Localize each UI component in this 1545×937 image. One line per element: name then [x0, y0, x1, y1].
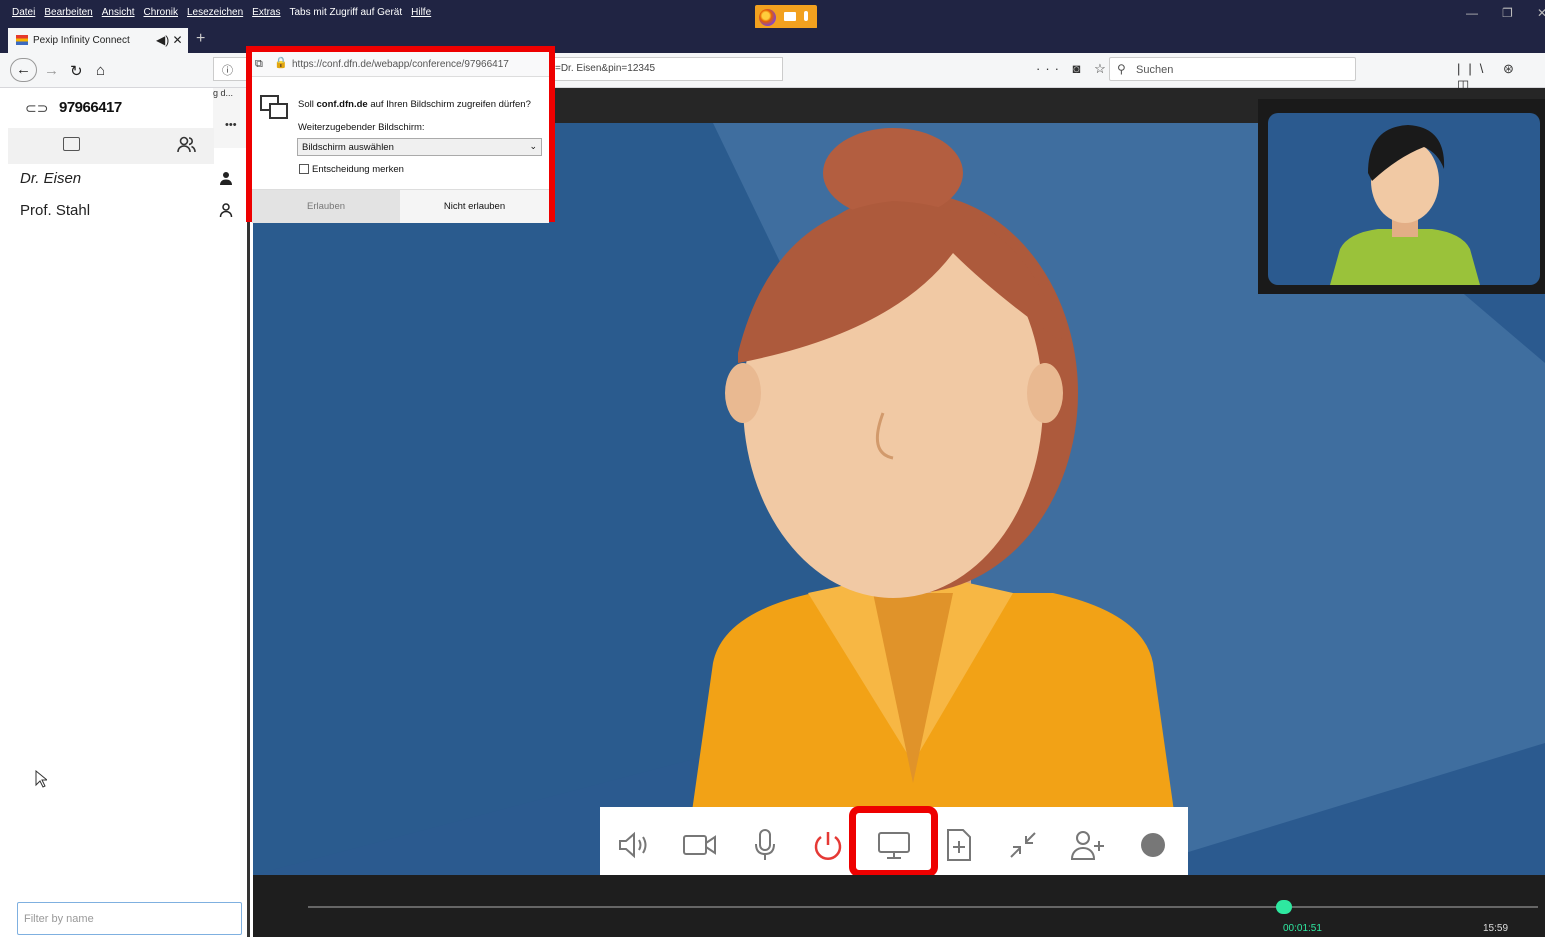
menu-bearbeiten[interactable]: Bearbeiten: [44, 7, 92, 18]
allow-button[interactable]: Erlauben: [252, 190, 400, 223]
dialog-url[interactable]: https://conf.dfn.de/webapp/conference/97…: [292, 59, 546, 70]
new-tab-button[interactable]: +: [196, 30, 205, 48]
search-input[interactable]: ⚲ Suchen: [1109, 57, 1356, 81]
page-actions[interactable]: ··· ◙ ☆: [1036, 61, 1111, 77]
more-icon[interactable]: •••: [225, 119, 237, 131]
power-icon[interactable]: [808, 825, 848, 865]
person-icon: [219, 203, 233, 221]
self-view-video: [1268, 113, 1540, 285]
add-file-icon[interactable]: [939, 825, 979, 865]
forward-icon[interactable]: →: [44, 62, 59, 79]
menu-hilfe[interactable]: Hilfe: [411, 7, 431, 18]
close-window-icon[interactable]: ✕: [1537, 6, 1545, 20]
link-icon[interactable]: ⊂⊃: [25, 100, 48, 117]
menu-extras[interactable]: Extras: [252, 7, 280, 18]
deny-button[interactable]: Nicht erlauben: [400, 190, 549, 223]
remember-decision-checkbox[interactable]: Entscheidung merken: [299, 164, 404, 175]
tab-title: Pexip Infinity Connect: [33, 35, 130, 46]
microphone-icon: [804, 11, 808, 21]
microphone-icon[interactable]: [745, 825, 785, 865]
permission-question: Soll conf.dfn.de auf Ihren Bildschirm zu…: [298, 99, 531, 110]
screen-share-highlight: [849, 806, 938, 877]
progress-handle[interactable]: [1276, 900, 1292, 914]
url-tail: =Dr. Eisen&pin=12345: [555, 63, 656, 74]
tab-audio-close[interactable]: ◀) ✕: [156, 33, 183, 47]
menu-lesezeichen[interactable]: Lesezeichen: [187, 7, 243, 18]
time-end: 15:59: [1483, 923, 1509, 934]
share-screen-icon: ⧉: [255, 58, 263, 70]
mouse-cursor-icon: [35, 769, 49, 793]
sharing-indicator[interactable]: [755, 5, 817, 29]
participant-name[interactable]: Prof. Stahl: [20, 202, 90, 219]
progress-track[interactable]: [308, 906, 1538, 908]
lock-icon: 🔒: [274, 57, 288, 69]
info-icon[interactable]: ⓘ: [222, 62, 233, 78]
participant-name[interactable]: Dr. Eisen: [20, 170, 81, 187]
add-participant-icon[interactable]: [1068, 825, 1108, 865]
conference-id: 97966417: [59, 99, 122, 116]
person-icon: [219, 171, 233, 189]
screen-share-icon: [259, 94, 289, 125]
restore-icon[interactable]: ❐: [1502, 6, 1513, 20]
screen-label: Weiterzugebender Bildschirm:: [298, 122, 425, 133]
camera-icon[interactable]: [680, 825, 720, 865]
menu-tabs-geraet[interactable]: Tabs mit Zugriff auf Gerät: [290, 7, 403, 18]
pexip-favicon-icon: [16, 35, 28, 45]
menu-text: g d...: [213, 88, 234, 98]
tab-strip: [0, 28, 1545, 53]
back-icon[interactable]: ←: [10, 58, 37, 82]
firefox-logo-icon: [759, 9, 776, 26]
minimize-icon[interactable]: —: [1466, 6, 1478, 20]
menu-chronik[interactable]: Chronik: [144, 7, 178, 18]
dialog-url-row: ⧉ 🔒 https://conf.dfn.de/webapp/conferenc…: [252, 52, 549, 77]
chevron-down-icon: ⌄: [529, 141, 537, 151]
camera-icon: [784, 12, 796, 21]
screen-share-permission-dialog: ⧉ 🔒 https://conf.dfn.de/webapp/conferenc…: [246, 46, 555, 223]
tab-pexip[interactable]: Pexip Infinity Connect ◀) ✕: [8, 28, 188, 53]
record-icon[interactable]: [1133, 825, 1173, 865]
dialog-buttons: Erlauben Nicht erlauben: [252, 189, 549, 223]
self-view-illustration: [1330, 125, 1480, 285]
search-icon: ⚲: [1117, 62, 1126, 76]
time-current: 00:01:51: [1283, 923, 1322, 934]
home-icon[interactable]: ⌂: [96, 62, 105, 79]
chat-icon[interactable]: [63, 137, 80, 151]
reload-icon[interactable]: ↻: [70, 62, 83, 80]
speaker-icon[interactable]: [615, 825, 655, 865]
menu-datei[interactable]: Datei: [12, 7, 35, 18]
minimize-layout-icon[interactable]: [1003, 825, 1043, 865]
filter-input[interactable]: Filter by name: [17, 902, 242, 935]
screen-select[interactable]: Bildschirm auswählen ⌄: [297, 138, 542, 156]
participants-icon[interactable]: [177, 136, 197, 159]
menu-ansicht[interactable]: Ansicht: [102, 7, 135, 18]
